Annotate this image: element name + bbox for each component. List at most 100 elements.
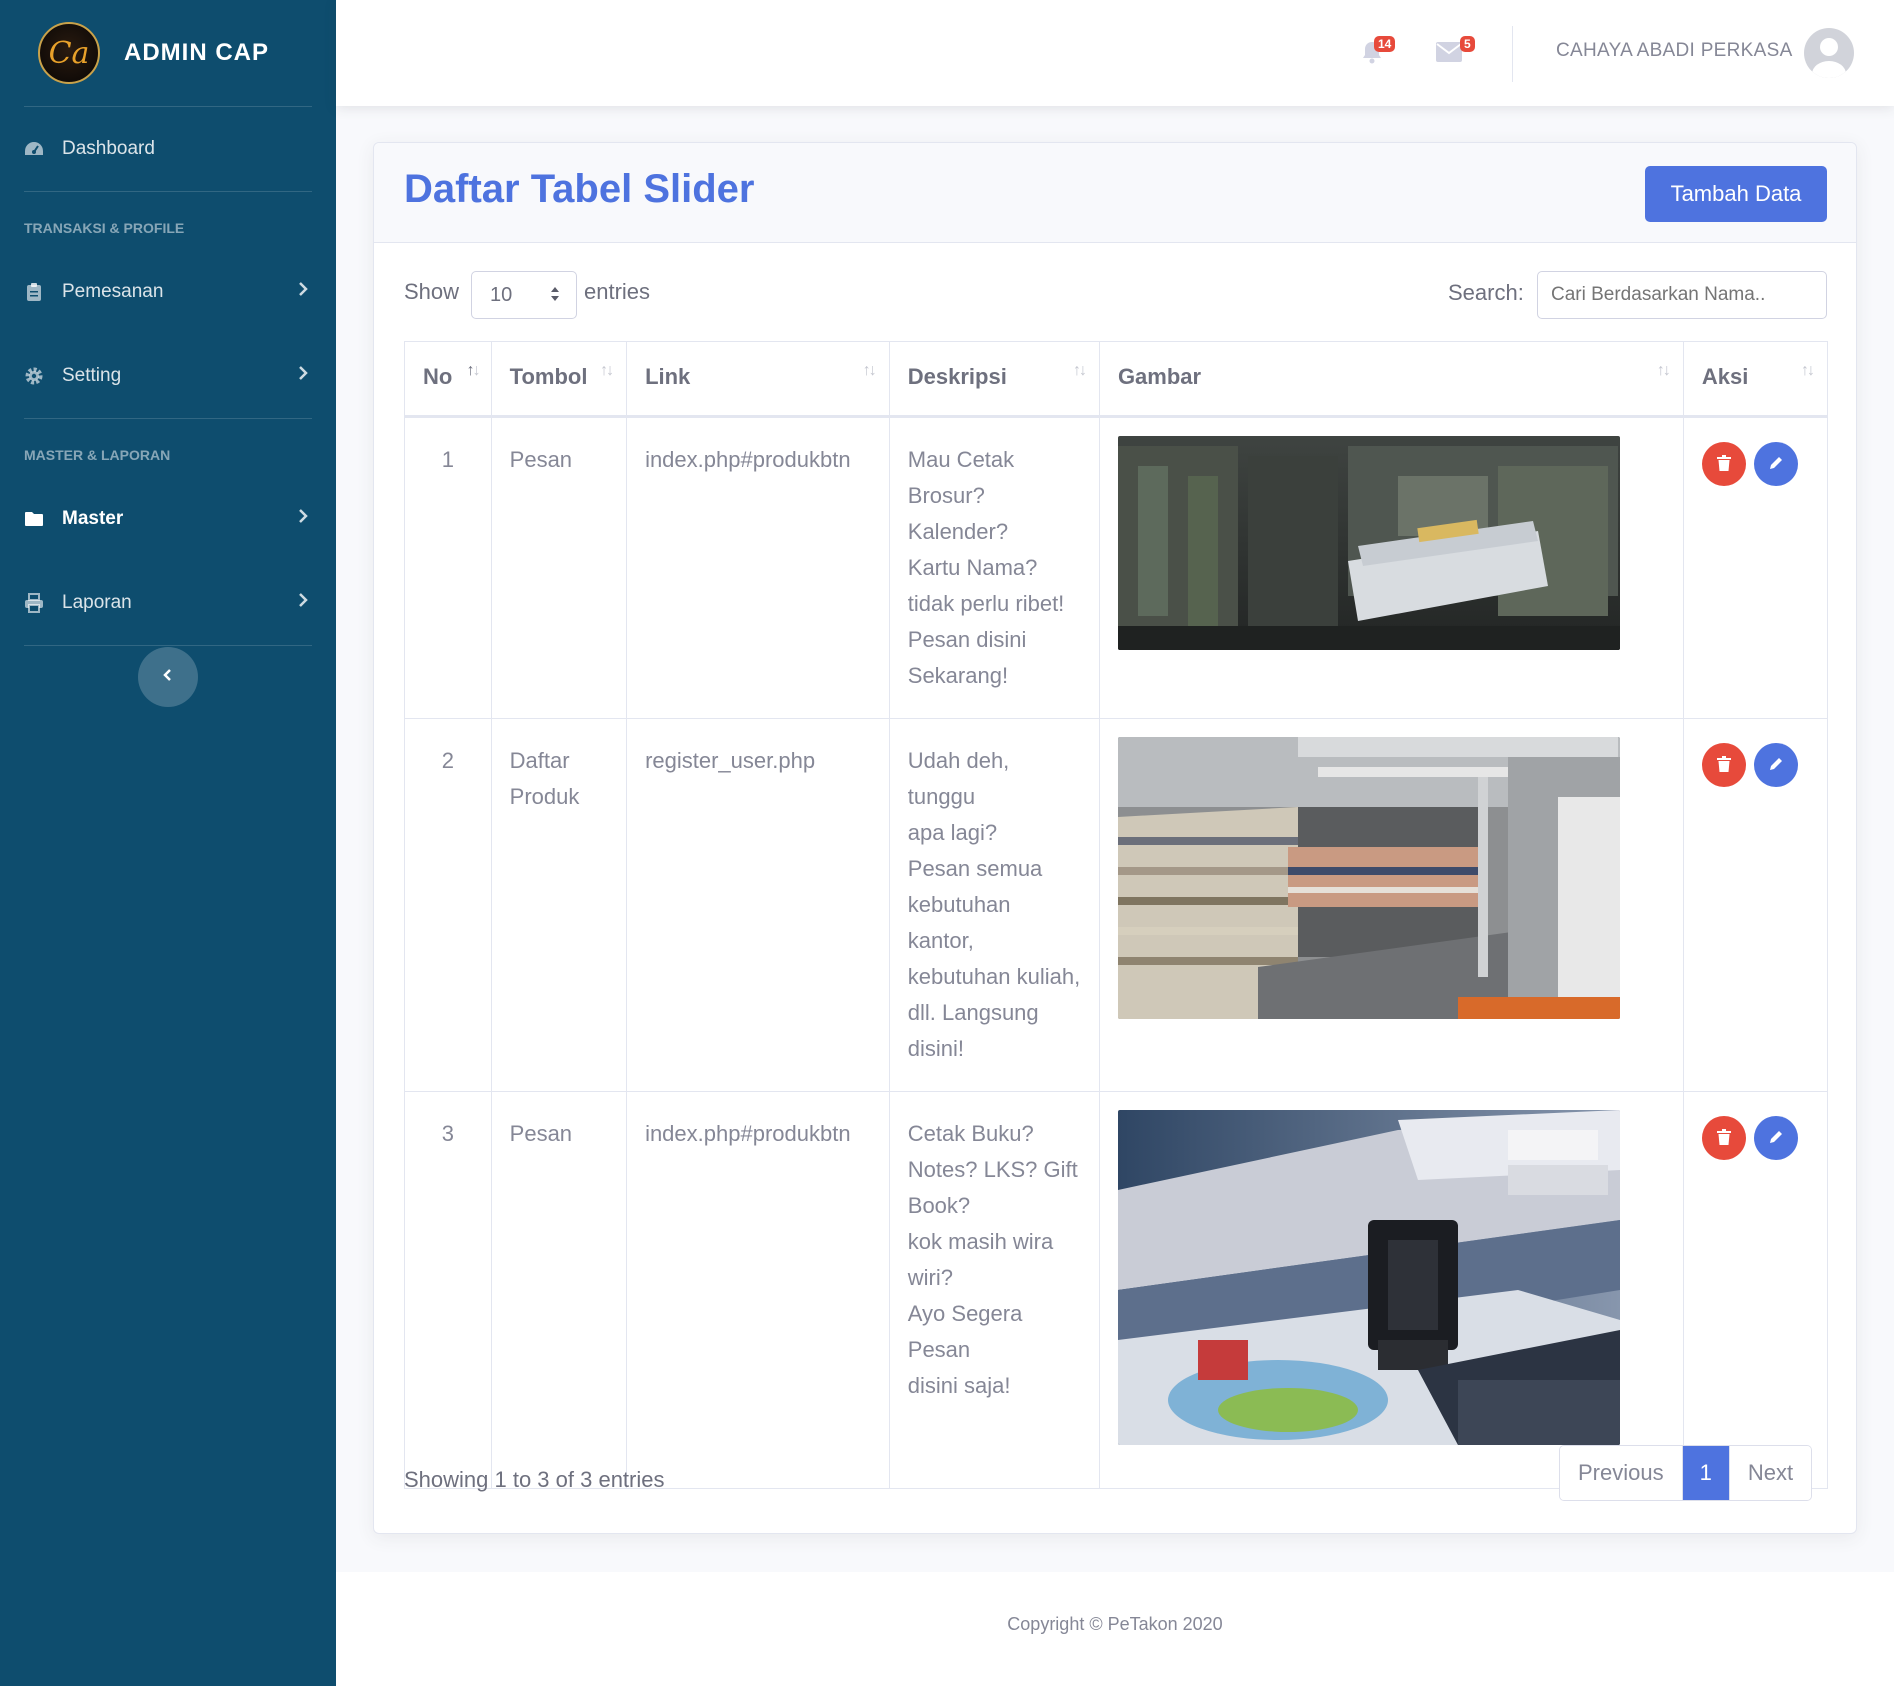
table-header-row: No ↑↓ Tombol ↑↓ Link ↑↓ Deskripsi ↑↓ Gambar ↑… (404, 341, 1829, 418)
cell-aksi (1682, 416, 1829, 719)
alerts-counter-badge: 14 (1374, 36, 1396, 52)
description-line: kebutuhan kantor, (907, 892, 1011, 953)
alerts-button[interactable]: 14 (1360, 36, 1396, 69)
description-line: Kartu Nama? (907, 555, 1038, 580)
delete-button[interactable] (1701, 743, 1746, 787)
search-input[interactable] (1537, 271, 1827, 319)
description-line: Ayo Segera Pesan (907, 1301, 1023, 1362)
pagination: Previous 1 Next (1559, 1445, 1813, 1501)
messages-button[interactable]: 5 (1436, 36, 1475, 67)
tachometer-icon (24, 139, 44, 159)
chevron-right-icon (298, 281, 308, 303)
column-header-tombol[interactable]: Tombol ↑↓ (490, 341, 628, 418)
sidebar-item-pemesanan[interactable]: Pemesanan (0, 250, 336, 334)
trash-icon (1716, 1120, 1731, 1156)
description-line: dll. Langsung (907, 1000, 1039, 1025)
topbar-divider (1512, 26, 1513, 82)
column-header-no[interactable]: No ↑↓ (404, 341, 492, 418)
description-line: Sekarang! (907, 663, 1009, 688)
description-line: wiri? (907, 1265, 953, 1290)
cell-tombol: Daftar Produk (490, 718, 628, 1092)
delete-button[interactable] (1701, 1116, 1746, 1160)
cell-link: index.php#produkbtn (626, 416, 890, 719)
delete-button[interactable] (1701, 442, 1746, 486)
description-line: disini! (907, 1036, 965, 1061)
column-header-label: No (423, 364, 453, 389)
column-header-label: Tombol (509, 364, 588, 389)
pencil-icon (1768, 747, 1784, 783)
description-line: Pesan disini (907, 627, 1027, 652)
entries-select[interactable]: 10 (471, 271, 577, 319)
table-info: Showing 1 to 3 of 3 entries (404, 1467, 665, 1492)
description-line: disini saja! (907, 1373, 1011, 1398)
sidebar-item-label: Setting (62, 365, 122, 386)
pagination-previous-button[interactable]: Previous (1560, 1446, 1683, 1500)
brand-logo-text: Ca (48, 35, 90, 71)
brand-logo: Ca (38, 22, 100, 84)
cell-no: 3 (404, 1091, 492, 1489)
column-header-gambar[interactable]: Gambar ↑↓ (1098, 341, 1684, 418)
sidebar-brand[interactable]: Ca ADMIN CAP (0, 0, 336, 106)
entries-label: entries (584, 279, 651, 304)
cell-deskripsi: Cetak Buku? Notes? LKS? Gift Book? kok m… (888, 1091, 1100, 1489)
sidebar-item-laporan[interactable]: Laporan (0, 561, 336, 645)
sort-icon: ↑↓ (1072, 362, 1087, 379)
bell-icon (1360, 42, 1384, 68)
sidebar-item-master[interactable]: Master (0, 477, 336, 561)
sidebar-item-label: Master (62, 508, 124, 529)
edit-button[interactable] (1753, 442, 1798, 486)
cell-gambar (1098, 416, 1684, 719)
chevron-right-icon (298, 365, 308, 387)
sidebar-item-label: Pemesanan (62, 281, 164, 302)
pencil-icon (1768, 446, 1784, 482)
edit-button[interactable] (1753, 1116, 1798, 1160)
sidebar-toggle-button[interactable] (138, 647, 198, 707)
description-line: Udah deh, tunggu (907, 748, 1010, 809)
row-actions (1701, 743, 1809, 787)
sidebar-item-setting[interactable]: Setting (0, 334, 336, 418)
user-name[interactable]: CAHAYA ABADI PERKASA (1556, 40, 1793, 62)
description-line: Pesan semua (907, 856, 1043, 881)
clipboard-icon (24, 282, 44, 302)
envelope-icon (1436, 42, 1462, 66)
chevron-left-icon (163, 668, 173, 687)
slider-image (1117, 436, 1620, 650)
column-header-aksi[interactable]: Aksi ↑↓ (1682, 341, 1829, 418)
column-header-label: Link (645, 364, 691, 389)
row-actions (1701, 442, 1809, 486)
cell-tombol: Pesan (490, 1091, 628, 1489)
avatar[interactable] (1804, 28, 1854, 78)
trash-icon (1716, 747, 1731, 783)
slider-table-card: Daftar Tabel Slider Tambah Data Show 10 … (373, 142, 1857, 1534)
description-line: Book? (907, 1193, 971, 1218)
brand-title: ADMIN CAP (124, 39, 269, 66)
description-line: kebutuhan kuliah, (907, 964, 1081, 989)
pagination-page-1-button[interactable]: 1 (1682, 1446, 1730, 1500)
column-header-link[interactable]: Link ↑↓ (626, 341, 890, 418)
sidebar-divider (24, 645, 312, 646)
entries-select-value: 10 (490, 284, 513, 306)
cell-gambar (1098, 1091, 1684, 1489)
sidebar-item-label: Dashboard (62, 138, 155, 159)
row-actions (1701, 1116, 1809, 1160)
sort-icon: ↑↓ (466, 362, 481, 379)
description-line: kok masih wira (907, 1229, 1054, 1254)
pencil-icon (1768, 1120, 1784, 1156)
description-line: Brosur? Kalender? (907, 483, 1009, 544)
pagination-next-button[interactable]: Next (1729, 1446, 1812, 1500)
add-data-button[interactable]: Tambah Data (1645, 166, 1827, 222)
cell-link: index.php#produkbtn (626, 1091, 890, 1489)
description-line: tidak perlu ribet! (907, 591, 1065, 616)
cell-deskripsi: Mau Cetak Brosur? Kalender? Kartu Nama? … (888, 416, 1100, 719)
gear-icon (24, 366, 44, 386)
slider-image (1117, 1110, 1620, 1445)
edit-button[interactable] (1753, 743, 1798, 787)
messages-counter-badge: 5 (1460, 36, 1475, 52)
description-line: apa lagi? (907, 820, 998, 845)
column-header-deskripsi[interactable]: Deskripsi ↑↓ (888, 341, 1100, 418)
table-row: 1 Pesan index.php#produkbtn Mau Cetak Br… (404, 416, 1829, 719)
table-row: 3 Pesan index.php#produkbtn Cetak Buku? … (404, 1091, 1829, 1489)
description-line: Notes? LKS? Gift (907, 1157, 1078, 1182)
sidebar-item-dashboard[interactable]: Dashboard (0, 107, 336, 191)
topbar: 14 5 CAHAYA ABADI PERKASA (336, 0, 1894, 106)
